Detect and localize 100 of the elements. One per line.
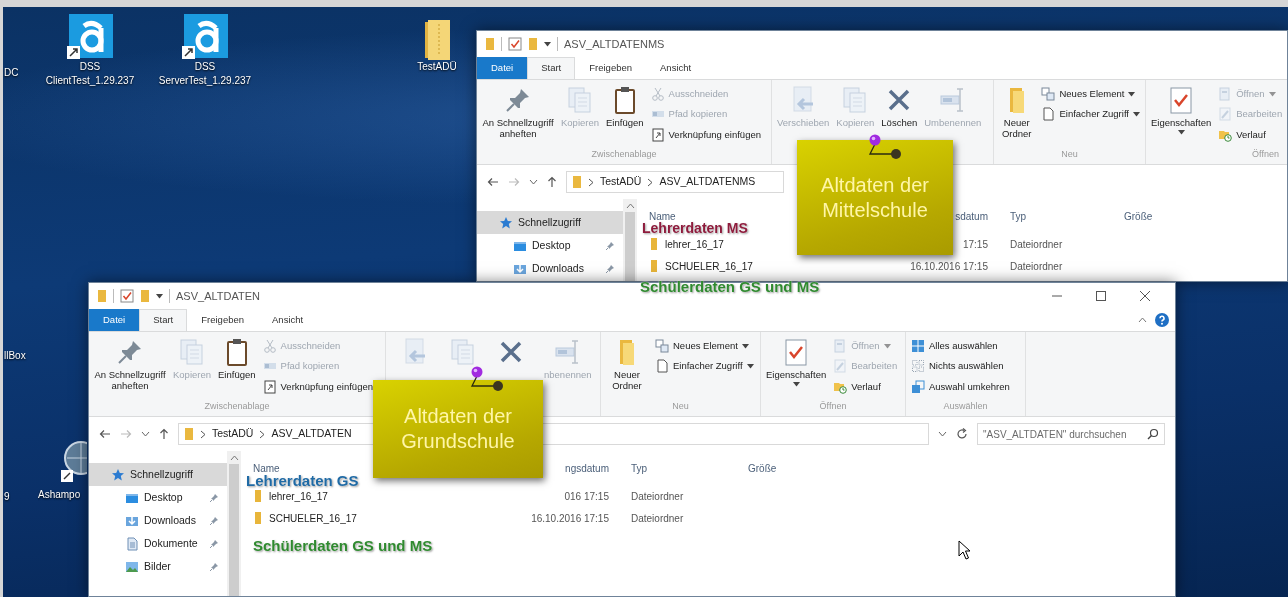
breadcrumb[interactable]: TestADÜ	[212, 426, 254, 442]
checkbox-icon	[120, 289, 134, 303]
folder-icon	[253, 512, 263, 524]
ribbon-button[interactable]: An Schnellzugriff anheften	[480, 84, 556, 141]
caret-icon	[544, 41, 551, 47]
nav-item[interactable]: Downloads	[89, 509, 227, 532]
ribbon-tab[interactable]: Freigeben	[187, 309, 259, 331]
scrollbar[interactable]	[227, 451, 241, 596]
app-logo-icon	[67, 14, 113, 60]
chevron-down-icon[interactable]	[938, 431, 947, 437]
ribbon-tab[interactable]: Freigeben	[575, 57, 647, 79]
desktop-shortcut[interactable]: TestADÜ	[404, 18, 470, 74]
ribbon-tab[interactable]: Ansicht	[646, 57, 706, 79]
scrollbar[interactable]	[623, 199, 637, 281]
ribbon-button[interactable]: Löschen	[879, 84, 920, 130]
ribbon-button[interactable]: Neuer Ordner	[604, 336, 650, 393]
chevron-icon	[200, 429, 206, 439]
annotation-label: Schülerdaten GS und MS	[640, 279, 820, 296]
ribbon-tab[interactable]: Datei	[477, 57, 528, 79]
ribbon-button[interactable]: Einfügen	[604, 84, 646, 130]
desktop-icon-label[interactable]: 9	[4, 490, 10, 504]
ribbon-button[interactable]: Eigenschaften	[1149, 84, 1214, 137]
column-header[interactable]: sdatum	[951, 210, 992, 222]
column-header[interactable]: Name	[645, 210, 680, 222]
chevron-icon	[647, 177, 654, 187]
ribbon-tab[interactable]: Datei	[89, 309, 140, 331]
ribbon-button[interactable]: Auswahl umkehren	[909, 378, 1012, 395]
column-header[interactable]: Größe	[736, 462, 781, 474]
page-icon	[655, 359, 669, 374]
ribbon-button[interactable]: Nichts auswählen	[909, 358, 1012, 375]
ribbon-tab[interactable]: Start	[527, 57, 576, 79]
desktop-shortcut[interactable]: DSS ClientTest_1.29.237	[35, 14, 145, 87]
breadcrumb[interactable]: TestADÜ	[600, 174, 642, 190]
ribbon-button[interactable]: Verlauf	[831, 378, 900, 395]
folder-icon	[572, 175, 582, 189]
nav-item[interactable]: Bilder	[89, 555, 227, 578]
column-header[interactable]: Name	[249, 462, 284, 474]
nav-item[interactable]: Desktop	[89, 486, 227, 509]
ribbon-tab[interactable]: Ansicht	[258, 309, 318, 331]
left-arrow-icon[interactable]	[487, 177, 499, 187]
nav-item[interactable]: Schnellzugriff	[477, 211, 623, 234]
table-cell: SCHUELER_16_17	[249, 510, 501, 526]
ribbon-button[interactable]: Verknüpfung einfügen	[648, 126, 763, 143]
ribbon-tab[interactable]: Start	[139, 309, 188, 331]
ribbon-button[interactable]: Neues Element	[1039, 86, 1142, 103]
sticky-note: Altdaten der Mittelschule	[797, 140, 953, 255]
up-arrow-icon[interactable]	[547, 176, 557, 188]
annotation-label: Schülerdaten GS und MS	[253, 538, 433, 555]
left-arrow-icon[interactable]	[99, 429, 111, 439]
close-icon[interactable]	[1140, 291, 1150, 301]
chevron-down-icon[interactable]	[529, 179, 538, 185]
ribbon-button[interactable]: Alles auswählen	[909, 338, 1012, 355]
folder-icon	[97, 289, 107, 303]
maximize-icon[interactable]	[1096, 291, 1106, 301]
up-arrow-icon[interactable]	[159, 428, 169, 440]
star-icon	[111, 467, 125, 482]
folder-icon	[140, 289, 150, 303]
ribbon-button[interactable]: Einfacher Zugriff	[653, 358, 756, 375]
checkbox-icon	[508, 37, 522, 51]
group-label: Öffnen	[818, 400, 848, 413]
chevron-down-icon[interactable]	[141, 431, 150, 437]
window-icon	[833, 339, 848, 354]
ribbon-button[interactable]: Neues Element	[653, 338, 756, 355]
nav-item[interactable]: Dokumente	[89, 532, 227, 555]
nav-item[interactable]: Schnellzugriff	[89, 463, 227, 486]
desktop-shortcut[interactable]: DSS ServerTest_1.29.237	[150, 14, 260, 87]
ribbon-button[interactable]: Verknüpfung einfügen	[260, 378, 375, 395]
ribbon-button[interactable]: Neuer Ordner	[997, 84, 1037, 141]
group-label: Zwischenablage	[590, 148, 658, 161]
caret-icon	[156, 293, 163, 299]
nav-item[interactable]: Desktop	[477, 234, 623, 257]
document-icon	[125, 536, 139, 551]
ribbon-button[interactable]: Einfacher Zugriff	[1039, 106, 1142, 123]
breadcrumb[interactable]: ASV_ALTDATEN	[271, 426, 352, 442]
search-field[interactable]: "ASV_ALTDATEN" durchsuchen	[977, 423, 1165, 445]
scrollbar-thumb[interactable]	[229, 464, 239, 596]
scrollbar-thumb[interactable]	[625, 212, 635, 281]
sticky-note: Altdaten der Grundschule	[373, 380, 543, 478]
collapse-chevron-icon[interactable]	[1138, 317, 1147, 323]
desktop-shortcut[interactable]: Ashampo	[38, 440, 87, 502]
desktop-icon-label[interactable]: llBox	[4, 349, 26, 363]
desktop-icon-label[interactable]: DC	[4, 66, 19, 80]
search-icon	[1147, 428, 1159, 440]
column-header[interactable]: Typ	[992, 210, 1031, 222]
ribbon-button[interactable]: Verlauf	[1216, 126, 1285, 143]
help-icon[interactable]	[1155, 313, 1169, 327]
scissors-icon	[650, 87, 665, 102]
ribbon-button[interactable]: An Schnellzugriff anheften	[92, 336, 168, 393]
column-header[interactable]: Typ	[613, 462, 652, 474]
address-field[interactable]: TestADÜ ASV_ALTDATENMS	[566, 171, 784, 193]
ribbon-button[interactable]: Einfügen	[216, 336, 258, 382]
refresh-icon[interactable]	[956, 428, 968, 440]
window-title: ASV_ALTDATEN	[176, 288, 260, 304]
chevron-icon	[588, 177, 594, 187]
column-header[interactable]: Größe	[1112, 210, 1157, 222]
column-header[interactable]: ngsdatum	[561, 462, 613, 474]
breadcrumb[interactable]: ASV_ALTDATENMS	[659, 174, 756, 190]
nav-item[interactable]: Downloads	[477, 257, 623, 280]
table-cell-text: 016 17:15	[563, 489, 610, 504]
ribbon-button[interactable]: Eigenschaften	[764, 336, 829, 389]
